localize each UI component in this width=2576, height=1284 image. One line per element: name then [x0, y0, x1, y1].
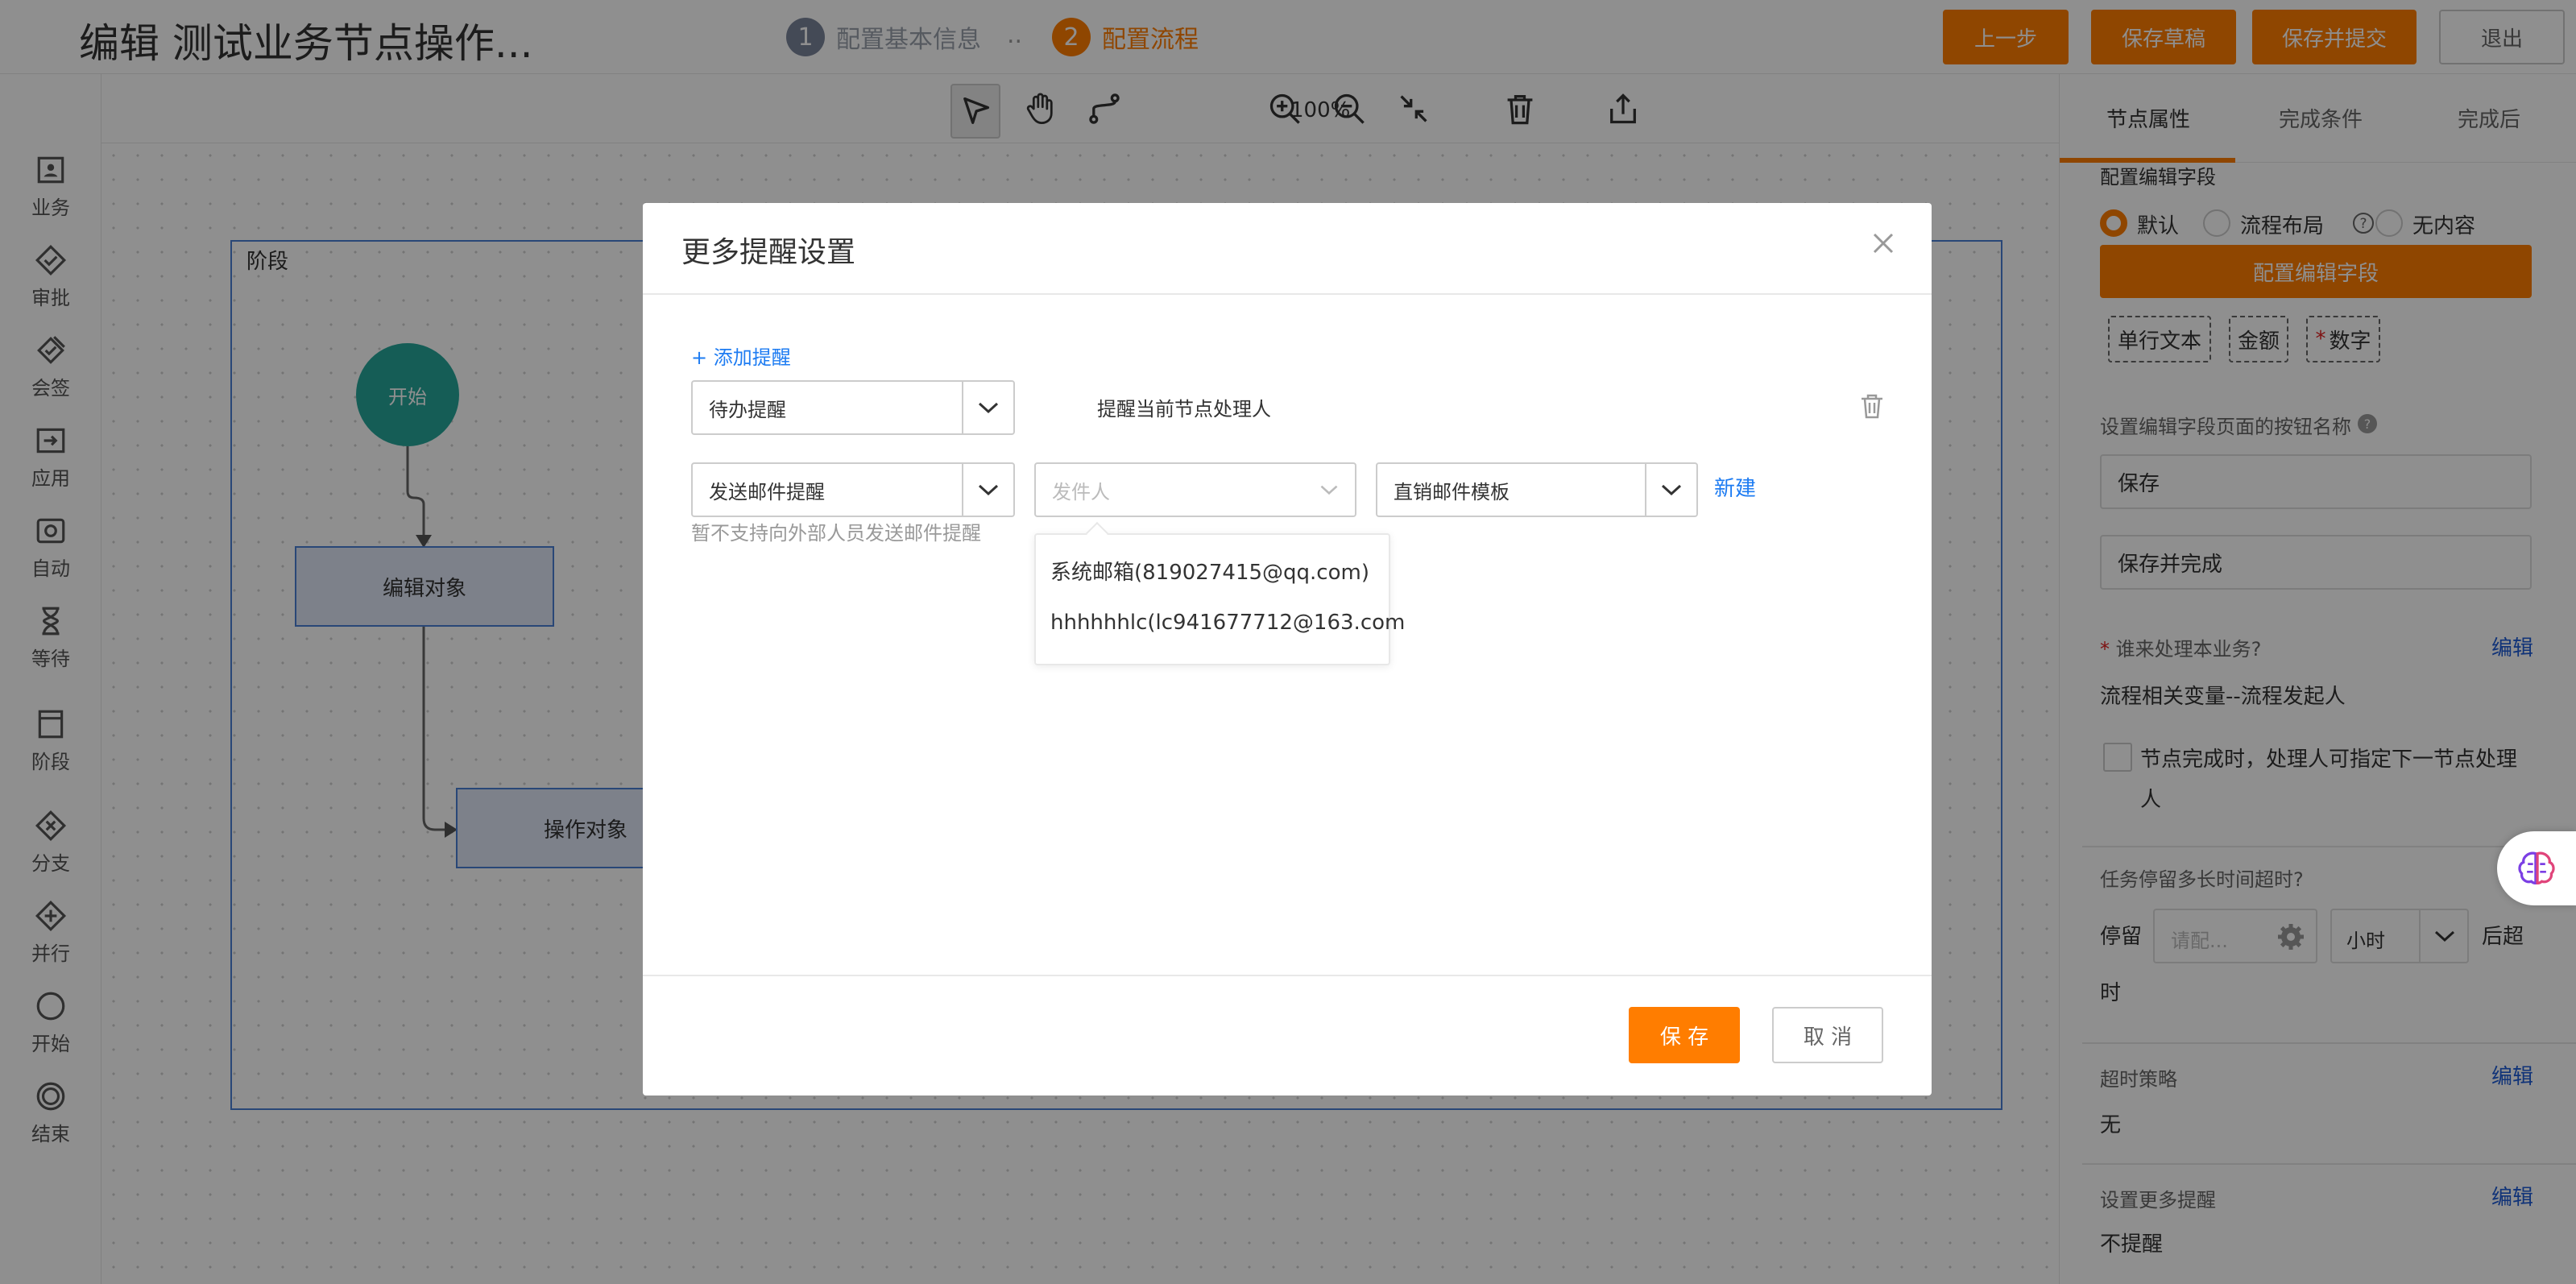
- send-type-value: 发送邮件提醒: [709, 480, 825, 503]
- modal-title: 更多提醒设置: [681, 236, 856, 269]
- delete-reminder-button[interactable]: [1857, 391, 1886, 420]
- trash-icon: [1862, 394, 1882, 419]
- chevron-down-icon: [1661, 484, 1682, 496]
- send-type-arrow[interactable]: [962, 464, 1013, 516]
- modal-header: 更多提醒设置: [643, 203, 1932, 295]
- email-template-value: 直销邮件模板: [1394, 480, 1510, 503]
- email-note: 暂不支持向外部人员发送邮件提醒: [691, 522, 981, 545]
- modal-close-button[interactable]: [1861, 221, 1906, 266]
- reminder-type-value: 待办提醒: [709, 398, 786, 421]
- sender-select[interactable]: 发件人: [1034, 462, 1356, 517]
- brain-icon: [2518, 851, 2555, 884]
- reminder-target-text: 提醒当前节点处理人: [1097, 398, 1271, 420]
- sender-arrow[interactable]: [1311, 464, 1347, 516]
- chevron-down-icon: [1320, 485, 1338, 495]
- chevron-down-icon: [978, 402, 999, 414]
- email-template-select[interactable]: 直销邮件模板: [1376, 462, 1698, 517]
- add-reminder-link[interactable]: + 添加提醒: [691, 342, 791, 370]
- sender-dropdown: 系统邮箱(819027415@qq.com) hhhhhhlc(lc941677…: [1034, 533, 1405, 665]
- reminder-type-arrow[interactable]: [962, 382, 1013, 433]
- reminder-settings-modal: 更多提醒设置 + 添加提醒 待办提醒 提醒当前节点处理人 发送邮件提醒 发件人 …: [643, 203, 1932, 1096]
- email-template-arrow[interactable]: [1645, 464, 1696, 516]
- close-icon: [1873, 233, 1894, 254]
- modal-footer-divider: [643, 975, 1932, 976]
- new-template-link[interactable]: 新建: [1714, 472, 1756, 502]
- chevron-down-icon: [978, 484, 999, 496]
- modal-cancel-button[interactable]: 取 消: [1772, 1007, 1883, 1063]
- sender-option-system[interactable]: 系统邮箱(819027415@qq.com): [1050, 556, 1369, 586]
- send-type-select[interactable]: 发送邮件提醒: [691, 462, 1015, 517]
- modal-save-button[interactable]: 保 存: [1629, 1007, 1740, 1063]
- sender-option-hhhhhhlc[interactable]: hhhhhhlc(lc941677712@163.com: [1050, 611, 1405, 635]
- reminder-type-select[interactable]: 待办提醒: [691, 380, 1015, 435]
- ai-assistant-button[interactable]: [2497, 831, 2576, 905]
- sender-placeholder: 发件人: [1052, 480, 1110, 503]
